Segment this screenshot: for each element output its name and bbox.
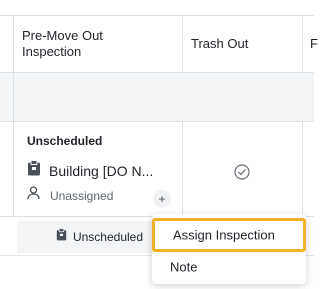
column-divider	[302, 122, 303, 214]
clipboard-icon	[56, 228, 67, 246]
menu-item-assign-inspection[interactable]: Assign Inspection	[152, 218, 306, 252]
header-pre-move-out-inspection[interactable]: Pre-Move Out Inspection	[22, 28, 103, 60]
building-name: Building [DO N...	[49, 162, 154, 179]
column-divider	[302, 16, 303, 72]
assignee-name: Unassigned	[50, 188, 114, 203]
column-divider	[182, 122, 183, 214]
assignee-line[interactable]: Unassigned	[27, 186, 113, 205]
header-next-column[interactable]: F	[310, 36, 318, 52]
group-band	[0, 73, 314, 122]
header-line-1: Trash Out	[191, 36, 249, 51]
row-actions-menu: Assign Inspection Note	[152, 214, 306, 284]
header-line-1: F	[310, 36, 318, 51]
header-line-2: Inspection	[22, 44, 82, 59]
person-icon	[27, 186, 40, 205]
inspection-table-view: Pre-Move Out Inspection Trash Out F Unsc…	[0, 0, 318, 289]
clipboard-icon	[27, 160, 41, 181]
column-divider	[182, 16, 183, 72]
building-line[interactable]: Building [DO N...	[27, 160, 153, 181]
check-circle-icon[interactable]	[234, 164, 250, 185]
header-trash-out[interactable]: Trash Out	[191, 36, 248, 52]
menu-item-note[interactable]: Note	[152, 254, 306, 280]
add-button[interactable]: +	[153, 190, 171, 208]
menu-item-label: Note	[170, 259, 198, 275]
header-line-1: Pre-Move Out	[22, 28, 103, 43]
chip-label: Unscheduled	[72, 230, 144, 244]
status-label: Unscheduled	[27, 134, 103, 148]
menu-item-label: Assign Inspection	[173, 227, 275, 243]
